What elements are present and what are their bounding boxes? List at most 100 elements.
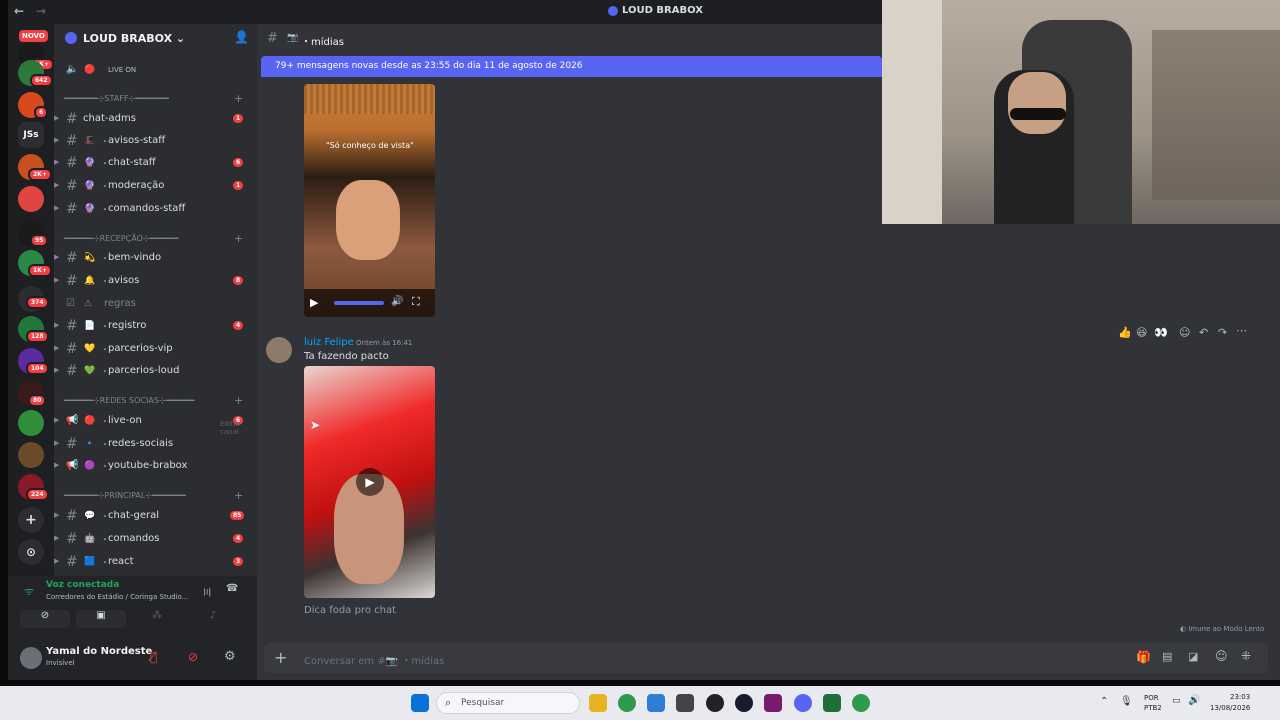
- server-icon[interactable]: 224: [18, 474, 49, 501]
- server-icon[interactable]: 104: [18, 348, 49, 375]
- channel-item[interactable]: ▶ 📢 🟣 ・ youtube-brabox: [54, 456, 257, 476]
- channel-item[interactable]: ▶ # chat-adms 1: [54, 109, 257, 129]
- server-icon[interactable]: 1K+: [18, 250, 52, 277]
- server-icon[interactable]: 80: [18, 380, 47, 407]
- emoji-icon[interactable]: ☺: [1215, 649, 1228, 663]
- channel-item[interactable]: ▶ # 🤖 ・ comandos 4: [54, 529, 257, 549]
- voice-status[interactable]: Voz conectada: [46, 580, 119, 590]
- app-icon[interactable]: [764, 694, 782, 712]
- channel-live-on-top[interactable]: 🔈 🔴 LIVE ON: [54, 60, 257, 80]
- channel-item[interactable]: ▶ # 🔮 ・ moderação 1: [54, 176, 257, 196]
- server-icon[interactable]: JSs: [18, 122, 44, 148]
- video-attachment[interactable]: "Só conheço de vista" ▶ 🔊 ⛶: [304, 84, 435, 317]
- disconnect-icon[interactable]: ☎: [226, 583, 238, 594]
- channel-item[interactable]: ▶ # 🔹 ・ redes-sociais: [54, 434, 257, 454]
- channel-item[interactable]: ▶ # 📄 ・ registro 4: [54, 316, 257, 336]
- category-recepcao[interactable]: ━━━━━━⊹RECEPÇÃO⊹━━━━━━ +: [64, 232, 257, 248]
- app-icon[interactable]: [735, 694, 753, 712]
- channel-item[interactable]: ▶ # 💫 ・ bem-vindo: [54, 248, 257, 268]
- chrome-icon[interactable]: [618, 694, 636, 712]
- sticker-icon[interactable]: ◪: [1188, 650, 1198, 663]
- explore-icon[interactable]: ⊙: [18, 539, 44, 565]
- add-server-icon[interactable]: +: [18, 507, 44, 533]
- apps-icon[interactable]: ⁜: [1241, 649, 1251, 663]
- invite-icon[interactable]: 👤: [234, 30, 249, 44]
- server-icon[interactable]: 374: [18, 286, 49, 312]
- server-icon[interactable]: [18, 410, 44, 436]
- server-icon[interactable]: [18, 186, 44, 212]
- add-channel-icon[interactable]: +: [234, 394, 243, 407]
- folder-icon[interactable]: [589, 694, 607, 712]
- grin-emoji-icon[interactable]: 😆: [1136, 326, 1147, 339]
- progress-bar[interactable]: [334, 301, 384, 305]
- server-icon[interactable]: 95: [18, 220, 49, 247]
- camera-button[interactable]: ⊘: [20, 610, 70, 628]
- mic-muted-icon[interactable]: 🎙̸: [150, 650, 157, 664]
- activities-button[interactable]: ⁂: [132, 610, 182, 628]
- composer-placeholder[interactable]: Conversar em #📷 ・mídias: [304, 652, 444, 667]
- add-channel-icon[interactable]: +: [234, 489, 243, 502]
- volume-icon[interactable]: 🔊: [391, 296, 403, 307]
- add-reaction-icon[interactable]: ☺: [1179, 326, 1190, 339]
- network-icon[interactable]: ▭: [1172, 696, 1181, 706]
- server-icon[interactable]: 642: [18, 60, 53, 87]
- channel-item[interactable]: ▶ # 🔮 ・ comandos-staff: [54, 199, 257, 219]
- volume-icon[interactable]: 🔊: [1188, 695, 1200, 706]
- mic-icon[interactable]: 🎙: [1120, 696, 1133, 707]
- add-channel-icon[interactable]: +: [234, 92, 243, 105]
- category-principal[interactable]: ━━━━━━━⊹PRINCIPAL⊹━━━━━━━ +: [64, 489, 257, 505]
- discord-icon[interactable]: [794, 694, 812, 712]
- clock-time[interactable]: 23:03: [1230, 693, 1250, 701]
- author-avatar[interactable]: [266, 337, 292, 363]
- channel-item[interactable]: ▶ # 🟦 ・ react 3: [54, 552, 257, 572]
- username[interactable]: Yamal do Nordeste: [46, 646, 152, 657]
- avatar[interactable]: [20, 647, 42, 669]
- more-icon[interactable]: ⋯: [1236, 324, 1247, 337]
- fullscreen-icon[interactable]: ⛶: [412, 295, 420, 309]
- soundboard-button[interactable]: ♪: [188, 610, 238, 628]
- headphones-muted-icon[interactable]: ⊘: [188, 650, 198, 664]
- app-icon[interactable]: [823, 694, 841, 712]
- reply-icon[interactable]: ↶: [1199, 326, 1208, 339]
- message-author[interactable]: luiz Felipe: [304, 337, 354, 348]
- taskbar-search[interactable]: ⌕ Pesquisar: [436, 692, 580, 714]
- play-icon[interactable]: ▶: [310, 296, 318, 309]
- eyes-emoji-icon[interactable]: 👀: [1154, 326, 1168, 339]
- server-header[interactable]: LOUD BRABOX ⌄ 👤: [54, 24, 257, 52]
- channel-item[interactable]: ▶ # 💬 ・ chat-geral 85: [54, 506, 257, 526]
- back-arrow-icon[interactable]: ←: [14, 4, 24, 18]
- message-composer[interactable]: + Conversar em #📷 ・mídias 🎁 ▤ ◪ ☺ ⁜: [264, 643, 1268, 673]
- novo-badge[interactable]: NOVO: [19, 30, 48, 42]
- app-icon[interactable]: [676, 694, 694, 712]
- channel-item[interactable]: ▶ # 🎩 ・ avisos-staff: [54, 131, 257, 151]
- gif-icon[interactable]: ▤: [1162, 650, 1172, 663]
- play-icon[interactable]: ▶: [356, 468, 384, 496]
- voice-location[interactable]: Corredores do Estádio / Coringa Studio..…: [46, 593, 188, 601]
- clock-date[interactable]: 13/08/2026: [1210, 704, 1250, 712]
- gear-icon[interactable]: ⚙: [224, 649, 236, 664]
- server-icon[interactable]: 128: [18, 316, 49, 343]
- add-channel-icon[interactable]: +: [234, 232, 243, 245]
- forward-arrow-icon[interactable]: →: [36, 4, 46, 18]
- keyboard-label[interactable]: PTB2: [1144, 704, 1162, 712]
- tray-chevron-icon[interactable]: ⌃: [1100, 696, 1108, 707]
- server-icon[interactable]: [18, 442, 44, 468]
- channel-item[interactable]: ▶ # 💚 ・ parcerios-loud: [54, 361, 257, 381]
- server-icon[interactable]: 2K+: [18, 154, 52, 181]
- add-attachment-icon[interactable]: +: [274, 648, 287, 667]
- thumbs-up-icon[interactable]: 👍: [1118, 326, 1132, 339]
- category-redes[interactable]: ━━━━━━⊹REDES SOCIAS⊹━━━━━━ +: [64, 394, 257, 410]
- app-icon[interactable]: [647, 694, 665, 712]
- channel-item[interactable]: ▶ # 🔔 ・ avisos 8: [54, 271, 257, 291]
- screen-share-button[interactable]: ▣: [76, 610, 126, 628]
- windows-start-icon[interactable]: [411, 694, 429, 712]
- video-attachment[interactable]: ▶: [304, 366, 435, 598]
- language-label[interactable]: POR: [1144, 694, 1159, 702]
- obs-icon[interactable]: [706, 694, 724, 712]
- new-messages-banner[interactable]: 79+ mensagens novas desde as 23:55 do di…: [261, 56, 882, 77]
- gift-icon[interactable]: 🎁: [1136, 650, 1151, 664]
- forward-icon[interactable]: ↷: [1218, 326, 1227, 339]
- channel-item[interactable]: ☑ ⚠ regras: [54, 294, 257, 314]
- category-staff[interactable]: ━━━━━━━⊹STAFF⊹━━━━━━━ +: [64, 92, 257, 108]
- noise-suppression-icon[interactable]: 〣: [202, 584, 212, 599]
